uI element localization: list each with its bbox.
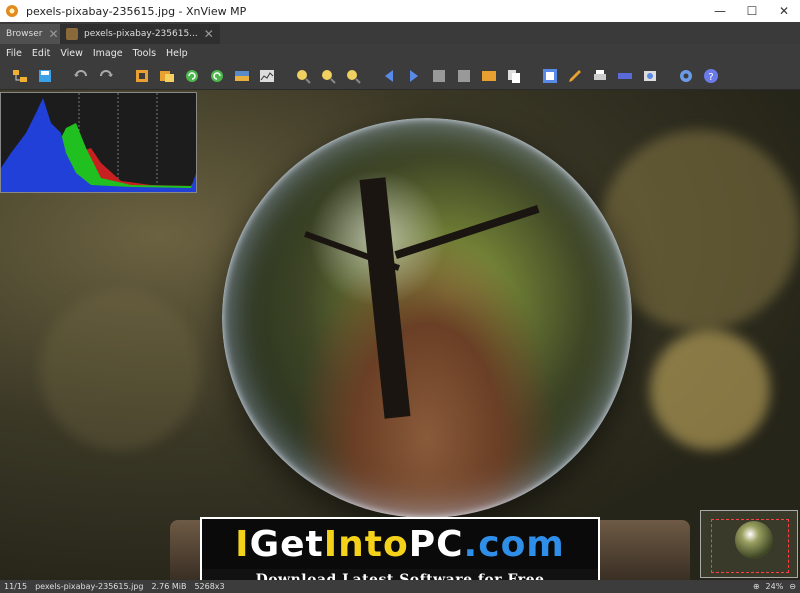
tab-bar: Browser ✕ pexels-pixabay-235615... ✕ xyxy=(0,22,800,44)
zoom-out-icon[interactable] xyxy=(343,66,363,86)
next-icon[interactable] xyxy=(404,66,424,86)
crop-icon[interactable] xyxy=(132,66,152,86)
save-icon[interactable] xyxy=(35,66,55,86)
tree-trunk xyxy=(359,177,411,419)
toolbar: ? xyxy=(0,62,800,90)
fullscreen-icon[interactable] xyxy=(540,66,560,86)
minimize-button[interactable]: — xyxy=(704,0,736,22)
tab-label: Browser xyxy=(6,29,43,39)
zoom-in-icon[interactable]: ⊕ xyxy=(753,582,760,591)
zoom-fit-icon[interactable] xyxy=(318,66,338,86)
crystal-ball-photo xyxy=(222,118,632,518)
close-icon[interactable]: ✕ xyxy=(204,27,214,41)
navigator-panel[interactable] xyxy=(700,510,798,578)
navigator-viewport[interactable] xyxy=(711,519,789,573)
adjust-icon[interactable] xyxy=(232,66,252,86)
menu-tools[interactable]: Tools xyxy=(133,48,156,59)
folder-tree-icon[interactable] xyxy=(10,66,30,86)
status-bar: 11/15 pexels-pixabay-235615.jpg 2.76 MiB… xyxy=(0,580,800,593)
prev-icon[interactable] xyxy=(379,66,399,86)
close-icon[interactable]: ✕ xyxy=(48,27,58,41)
bokeh-light xyxy=(650,330,770,450)
file-size: 2.76 MiB xyxy=(151,582,187,591)
rotate-left-icon[interactable] xyxy=(182,66,202,86)
histogram-icon[interactable] xyxy=(257,66,277,86)
maximize-button[interactable]: ☐ xyxy=(736,0,768,22)
zoom-out-icon[interactable]: ⊖ xyxy=(789,582,796,591)
menu-view[interactable]: View xyxy=(60,48,83,59)
tab-browser[interactable]: Browser ✕ xyxy=(0,24,60,44)
menu-edit[interactable]: Edit xyxy=(32,48,50,59)
help-icon[interactable]: ? xyxy=(701,66,721,86)
title-bar: pexels-pixabay-235615.jpg - XnView MP — … xyxy=(0,0,800,22)
undo-icon[interactable] xyxy=(71,66,91,86)
last-icon[interactable] xyxy=(454,66,474,86)
rotate-right-icon[interactable] xyxy=(207,66,227,86)
zoom-level: 24% xyxy=(765,582,784,591)
histogram-panel xyxy=(0,92,197,193)
menu-help[interactable]: Help xyxy=(166,48,188,59)
capture-icon[interactable] xyxy=(640,66,660,86)
watermark-logo: I Get Into PC .com xyxy=(235,523,565,565)
tab-image[interactable]: pexels-pixabay-235615... ✕ xyxy=(60,24,220,44)
image-thumbnail-icon xyxy=(66,28,78,40)
print-icon[interactable] xyxy=(590,66,610,86)
xnview-app-icon xyxy=(4,3,20,19)
bokeh-light xyxy=(40,290,200,450)
menu-bar: File Edit View Image Tools Help xyxy=(0,44,800,62)
tree-branch xyxy=(394,205,540,259)
tab-label: pexels-pixabay-235615... xyxy=(84,29,198,39)
file-name: pexels-pixabay-235615.jpg xyxy=(35,582,144,591)
menu-file[interactable]: File xyxy=(6,48,22,59)
window-title: pexels-pixabay-235615.jpg - XnView MP xyxy=(26,4,247,18)
image-dimensions: 5268x3 xyxy=(194,582,225,591)
slideshow-icon[interactable] xyxy=(479,66,499,86)
edit-icon[interactable] xyxy=(565,66,585,86)
resize-icon[interactable] xyxy=(157,66,177,86)
menu-image[interactable]: Image xyxy=(93,48,123,59)
scanner-icon[interactable] xyxy=(615,66,635,86)
zoom-in-icon[interactable] xyxy=(293,66,313,86)
close-button[interactable]: ✕ xyxy=(768,0,800,22)
copy-icon[interactable] xyxy=(504,66,524,86)
image-index: 11/15 xyxy=(4,582,28,591)
settings-icon[interactable] xyxy=(676,66,696,86)
redo-icon[interactable] xyxy=(96,66,116,86)
svg-text:?: ? xyxy=(708,72,713,83)
first-icon[interactable] xyxy=(429,66,449,86)
